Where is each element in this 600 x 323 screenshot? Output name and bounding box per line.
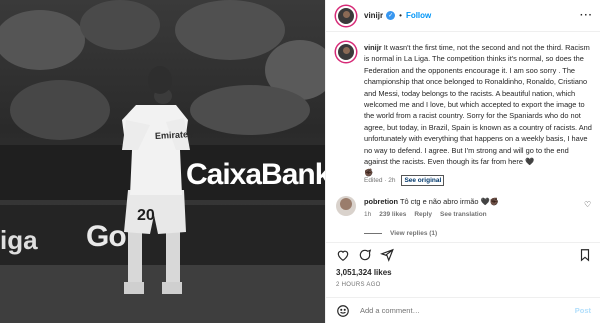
see-original-button[interactable]: See original <box>401 175 445 186</box>
view-replies-label: View replies (1) <box>390 230 438 237</box>
commenter-avatar[interactable] <box>336 196 356 216</box>
comment-like-heart-icon[interactable]: ♡ <box>584 200 591 209</box>
comment-see-translation[interactable]: See translation <box>440 211 487 218</box>
add-comment-bar: Post <box>326 297 600 323</box>
post-detail-panel: vinijr ✓ • Follow ··· vinijr It wasn't t… <box>325 0 600 323</box>
post-caption: vinijr It wasn't the first time, not the… <box>336 42 596 179</box>
caption-meta: Edited · 2h See original <box>364 175 445 186</box>
emoji-smile-icon[interactable] <box>336 304 350 318</box>
heart-icon[interactable] <box>336 248 350 262</box>
follow-button[interactable]: Follow <box>406 11 431 20</box>
post-timestamp: 2 HOURS AGO <box>336 282 381 288</box>
add-comment-input[interactable] <box>360 306 575 315</box>
share-icon[interactable] <box>379 248 394 262</box>
ad-board-lower-text: Go <box>86 220 127 253</box>
comment-reply-button[interactable]: Reply <box>414 211 432 218</box>
caption-text: vinijr It wasn't the first time, not the… <box>364 42 592 179</box>
author-username[interactable]: vinijr <box>364 11 383 20</box>
caption-username[interactable]: vinijr <box>364 43 382 52</box>
likes-count[interactable]: 3,051,324 likes <box>336 268 392 277</box>
more-options-icon[interactable]: ··· <box>580 10 593 21</box>
view-replies-line <box>364 233 382 234</box>
caption-body: It wasn't the first time, not the second… <box>364 43 592 167</box>
comment-icon[interactable] <box>358 248 372 262</box>
ad-board-left-text: iga <box>0 225 38 255</box>
verified-badge-icon: ✓ <box>386 11 396 20</box>
post-header: vinijr ✓ • Follow ··· <box>326 0 600 32</box>
comment-username[interactable]: pobretion <box>364 197 398 206</box>
comment-meta: 1h 239 likes Reply See translation <box>364 211 487 218</box>
comment-time: 1h <box>364 211 372 218</box>
comment-likes[interactable]: 239 likes <box>379 211 406 218</box>
post-actions <box>336 247 592 263</box>
post-photo[interactable]: iga CaixaBank Go Emirates 20 <box>0 0 325 323</box>
ad-board-sponsor-text: CaixaBank <box>186 158 325 191</box>
comment-text: Tô ctg e não abro irmão 🖤✊🏿 <box>400 197 499 206</box>
bookmark-icon[interactable] <box>578 248 592 262</box>
edited-label: Edited · 2h <box>364 177 396 184</box>
shirt-sponsor-text: Emirates <box>154 129 194 141</box>
actions-divider <box>326 242 600 243</box>
post-comment-button[interactable]: Post <box>575 306 591 315</box>
author-avatar[interactable] <box>336 5 356 26</box>
caption-author-avatar[interactable] <box>336 42 356 62</box>
view-replies-button[interactable]: View replies (1) <box>364 230 437 237</box>
separator-dot: • <box>399 11 402 20</box>
shirt-number: 20 <box>137 207 155 224</box>
